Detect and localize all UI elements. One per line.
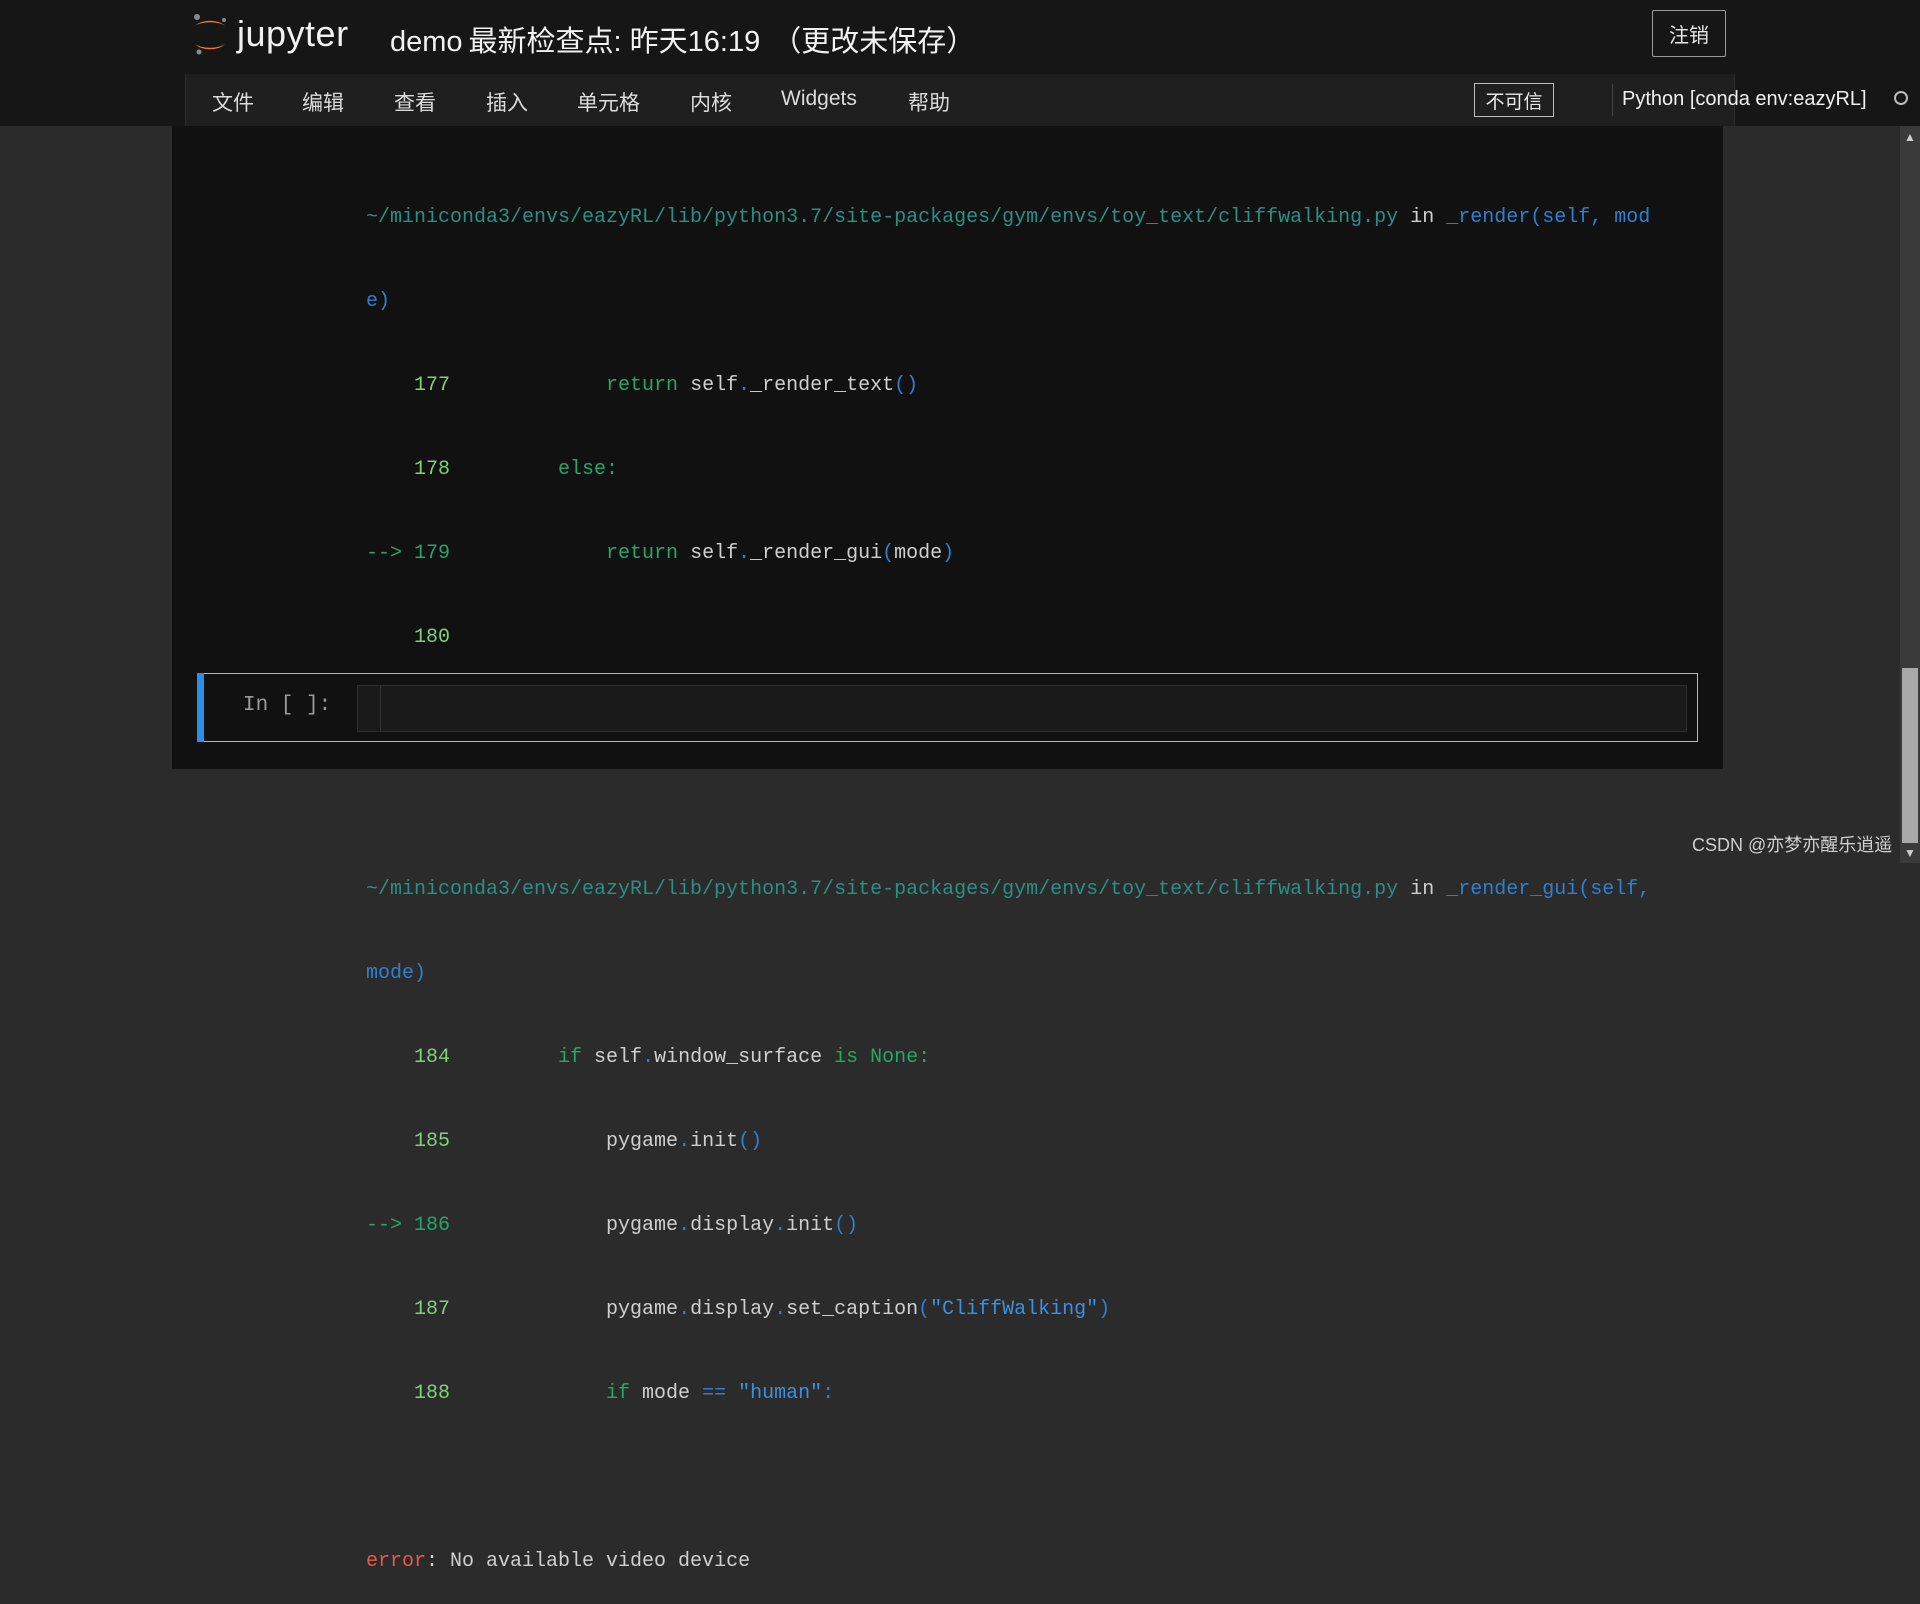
notebook-name[interactable]: demo	[390, 26, 463, 58]
code-line: 180	[366, 626, 451, 649]
divider	[1612, 84, 1613, 116]
menubar-container: 文件 编辑 查看 插入 单元格 内核 Widgets 帮助 不可信 Python…	[185, 74, 1908, 126]
code-line: 188 if mode == "human":	[366, 1382, 835, 1405]
jupyter-logo[interactable]: jupyter	[191, 12, 349, 56]
header: jupyter demo 最新检查点: 昨天16:19 （更改未保存） 注销	[0, 0, 1920, 75]
jupyter-icon	[194, 14, 226, 55]
traceback-header-cont: e)	[366, 290, 391, 313]
autosave-status: （更改未保存）	[772, 26, 976, 58]
menu-file[interactable]: 文件	[212, 87, 254, 117]
menubar: 文件 编辑 查看 插入 单元格 内核 Widgets 帮助 不可信 Python…	[0, 74, 1920, 126]
input-prompt: In [ ]:	[243, 694, 332, 717]
menu-cell[interactable]: 单元格	[577, 87, 640, 117]
code-editor[interactable]	[357, 685, 1687, 732]
code-line: 178 else:	[366, 458, 619, 481]
menu-kernel[interactable]: 内核	[690, 87, 732, 117]
code-cell[interactable]: In [ ]:	[197, 673, 1698, 742]
menu-help[interactable]: 帮助	[908, 87, 950, 117]
scroll-down-icon[interactable]: ▼	[1904, 846, 1916, 860]
checkpoint-status: 最新检查点: 昨天16:19	[468, 26, 761, 58]
scroll-up-icon[interactable]: ▲	[1904, 130, 1916, 144]
watermark: CSDN @亦梦亦醒乐逍遥	[1692, 835, 1893, 855]
code-line: 177 return self._render_text()	[366, 374, 919, 397]
scrollbar[interactable]: ▲ ▼	[1900, 126, 1920, 863]
code-line: --> 186 pygame.display.init()	[366, 1214, 859, 1237]
logout-button[interactable]: 注销	[1652, 10, 1726, 57]
scrollbar-thumb[interactable]	[1902, 668, 1918, 843]
code-line: 185 pygame.init()	[366, 1130, 763, 1153]
code-line: --> 179 return self._render_gui(mode)	[366, 542, 955, 565]
notebook-title-area: demo 最新检查点: 昨天16:19 （更改未保存）	[390, 18, 975, 60]
logo-text: jupyter	[237, 13, 349, 54]
traceback-header: ~/miniconda3/envs/eazyRL/lib/python3.7/s…	[366, 206, 1651, 229]
kernel-name[interactable]: Python [conda env:eazyRL]	[1622, 88, 1867, 111]
code-line: 184 if self.window_surface is None:	[366, 1046, 931, 1069]
code-line: 187 pygame.display.set_caption("CliffWal…	[366, 1298, 1111, 1321]
gutter-divider	[380, 686, 381, 731]
selected-cell-indicator	[197, 673, 204, 742]
menu-view[interactable]: 查看	[394, 87, 436, 117]
notebook-trust-indicator[interactable]: 不可信	[1474, 83, 1554, 117]
traceback-header: ~/miniconda3/envs/eazyRL/lib/python3.7/s…	[366, 878, 1651, 901]
menu-widgets[interactable]: Widgets	[781, 87, 857, 111]
traceback-header-cont: mode)	[366, 962, 427, 985]
menu-insert[interactable]: 插入	[486, 87, 528, 117]
kernel-idle-icon	[1894, 91, 1908, 105]
traceback-output: ~/miniconda3/envs/eazyRL/lib/python3.7/s…	[366, 148, 1666, 1604]
menu-edit[interactable]: 编辑	[302, 87, 344, 117]
error-message: error: No available video device	[366, 1550, 751, 1573]
